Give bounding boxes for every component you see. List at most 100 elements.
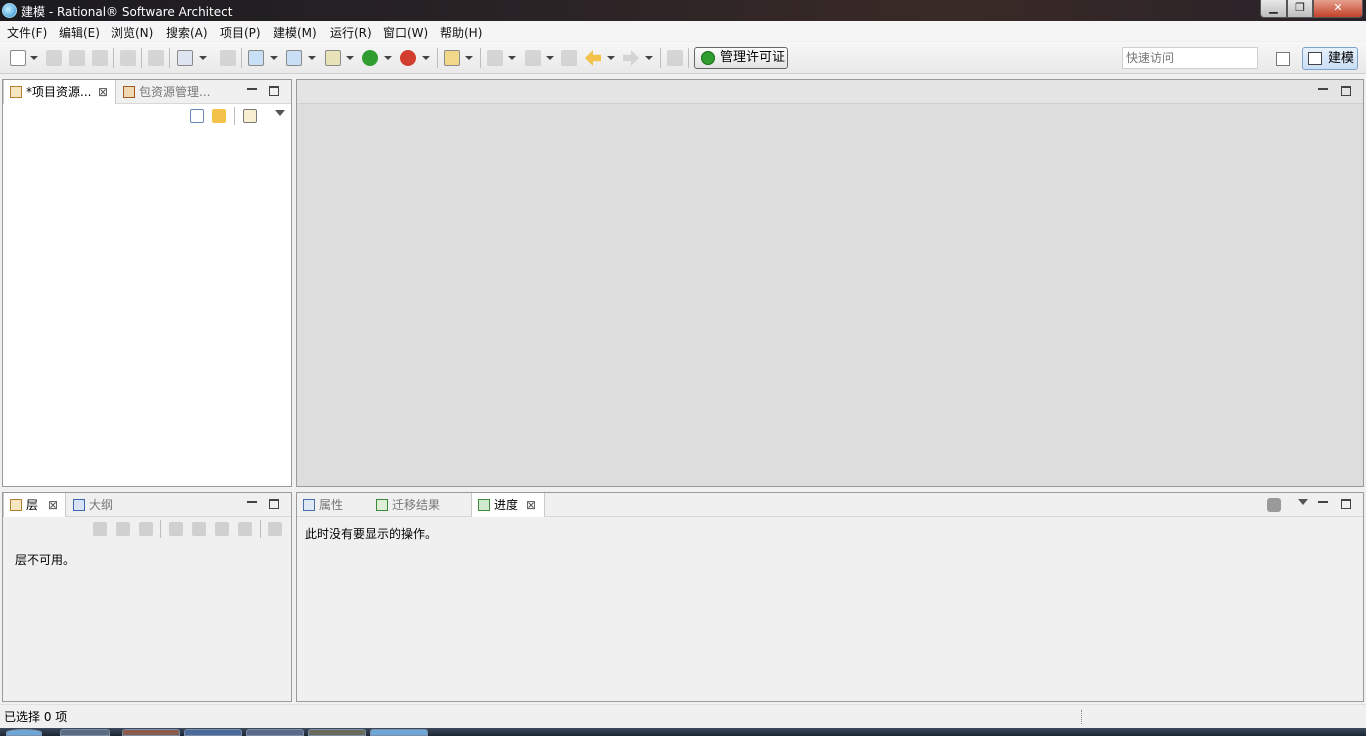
tab-migration-results[interactable]: 迁移结果 <box>370 493 470 517</box>
wand-dropdown-icon[interactable] <box>465 56 473 60</box>
refresh-icon[interactable] <box>148 50 164 66</box>
manage-license-button[interactable]: 管理许可证 <box>694 47 788 69</box>
save-icon[interactable] <box>46 50 62 66</box>
taskbar-item[interactable] <box>246 729 304 736</box>
minimize-button[interactable]: ▁ <box>1260 0 1287 18</box>
tab-properties[interactable]: 属性 <box>297 493 369 517</box>
toolbar-separator <box>141 48 142 68</box>
document-icon[interactable] <box>220 50 236 66</box>
pin-editor-icon[interactable] <box>667 50 683 66</box>
save-all-icon[interactable] <box>69 50 85 66</box>
glasses-dropdown-icon[interactable] <box>199 56 207 60</box>
maximize-view-icon[interactable] <box>269 499 279 509</box>
view-menu-icon[interactable] <box>1298 499 1308 505</box>
minimize-view-icon[interactable] <box>1318 501 1328 503</box>
open-perspective-icon[interactable] <box>1276 52 1290 66</box>
progress-message: 此时没有要显示的操作。 <box>305 527 438 541</box>
tab-progress[interactable]: 进度 ⊠ <box>471 493 545 517</box>
taskbar-item[interactable] <box>60 729 110 736</box>
start-button-icon[interactable] <box>6 729 42 736</box>
last-edit-icon[interactable] <box>561 50 577 66</box>
editor-tabstrip <box>297 80 1363 104</box>
external-tools-dropdown-icon[interactable] <box>422 56 430 60</box>
print-icon[interactable] <box>92 50 108 66</box>
debug-icon[interactable] <box>325 50 341 66</box>
menu-search[interactable]: 搜索(A) <box>166 24 208 41</box>
run-dropdown-icon[interactable] <box>384 56 392 60</box>
tab-outline[interactable]: 大纲 <box>67 493 137 517</box>
move-down-icon[interactable] <box>238 522 252 536</box>
run-icon[interactable] <box>362 50 378 66</box>
export-model-icon[interactable] <box>286 50 302 66</box>
close-button[interactable]: ✕ <box>1313 0 1363 18</box>
quick-access-input[interactable] <box>1122 47 1258 69</box>
minimize-editor-icon[interactable] <box>1318 88 1328 90</box>
maximize-view-icon[interactable] <box>269 86 279 96</box>
close-tab-icon[interactable]: ⊠ <box>98 80 108 104</box>
close-tab-icon[interactable]: ⊠ <box>526 493 536 517</box>
select-icon[interactable] <box>268 522 282 536</box>
maximize-editor-icon[interactable] <box>1341 86 1351 96</box>
minimize-view-icon[interactable] <box>247 88 257 90</box>
import-model-icon[interactable] <box>248 50 264 66</box>
remove-layer-icon[interactable] <box>116 522 130 536</box>
layer-properties-icon[interactable] <box>139 522 153 536</box>
next-annotation-icon[interactable] <box>487 50 503 66</box>
link-with-editor-icon[interactable] <box>212 109 226 123</box>
tab-outline-label: 大纲 <box>89 498 114 512</box>
remove-all-finished-icon[interactable] <box>1267 498 1281 512</box>
new-icon[interactable] <box>10 50 26 66</box>
project-explorer-tabstrip: *项目资源... ⊠ 包资源管理... <box>3 80 291 104</box>
project-tree[interactable] <box>3 127 291 486</box>
taskbar-item[interactable] <box>308 729 366 736</box>
menu-run[interactable]: 运行(R) <box>330 24 372 41</box>
menu-navigate[interactable]: 浏览(N) <box>111 24 153 41</box>
tab-layers-label: 层 <box>26 498 39 512</box>
maximize-button[interactable]: ❐ <box>1287 0 1313 18</box>
tab-migration-results-label: 迁移结果 <box>392 498 441 512</box>
back-dropdown-icon[interactable] <box>607 56 615 60</box>
maximize-view-icon[interactable] <box>1341 499 1351 509</box>
perspective-modeling-button[interactable]: 建模 <box>1302 47 1358 70</box>
tab-project-explorer[interactable]: *项目资源... ⊠ <box>3 80 116 104</box>
progress-tabstrip: 属性 迁移结果 进度 ⊠ <box>297 493 1363 517</box>
taskbar-item[interactable] <box>184 729 242 736</box>
taskbar-item[interactable] <box>122 729 180 736</box>
import-dropdown-icon[interactable] <box>270 56 278 60</box>
export-dropdown-icon[interactable] <box>308 56 316 60</box>
menu-project[interactable]: 项目(P) <box>220 24 261 41</box>
forward-icon[interactable] <box>623 50 639 66</box>
back-icon[interactable] <box>585 50 601 66</box>
view-toolbar-separator <box>234 107 235 125</box>
move-up-icon[interactable] <box>215 522 229 536</box>
prev-annotation-dropdown-icon[interactable] <box>546 56 554 60</box>
tab-layers[interactable]: 层 ⊠ <box>3 493 66 517</box>
new-dropdown-icon[interactable] <box>30 56 38 60</box>
collapse-all-icon[interactable] <box>190 109 204 123</box>
menu-modeling[interactable]: 建模(M) <box>273 24 317 41</box>
view-menu-icon[interactable] <box>275 110 285 116</box>
menu-window[interactable]: 窗口(W) <box>383 24 428 41</box>
window-title: 建模 - Rational® Software Architect <box>21 5 233 19</box>
prev-annotation-icon[interactable] <box>525 50 541 66</box>
menu-file[interactable]: 文件(F) <box>7 24 47 41</box>
menu-help[interactable]: 帮助(H) <box>440 24 482 41</box>
menu-edit[interactable]: 编辑(E) <box>59 24 100 41</box>
plus-icon[interactable] <box>169 522 183 536</box>
close-tab-icon[interactable]: ⊠ <box>48 493 58 517</box>
add-layer-icon[interactable] <box>93 522 107 536</box>
filter-icon[interactable] <box>243 109 257 123</box>
glasses-icon[interactable] <box>177 50 193 66</box>
wand-icon[interactable] <box>444 50 460 66</box>
taskbar-item[interactable] <box>370 729 428 736</box>
toolbar-separator <box>241 48 242 68</box>
forward-dropdown-icon[interactable] <box>645 56 653 60</box>
tab-package-explorer[interactable]: 包资源管理... <box>117 80 237 104</box>
next-annotation-dropdown-icon[interactable] <box>508 56 516 60</box>
debug-dropdown-icon[interactable] <box>346 56 354 60</box>
external-tools-icon[interactable] <box>400 50 416 66</box>
toolbar-separator <box>113 48 114 68</box>
search-refs-icon[interactable] <box>120 50 136 66</box>
minimize-view-icon[interactable] <box>247 501 257 503</box>
delete-icon[interactable] <box>192 522 206 536</box>
